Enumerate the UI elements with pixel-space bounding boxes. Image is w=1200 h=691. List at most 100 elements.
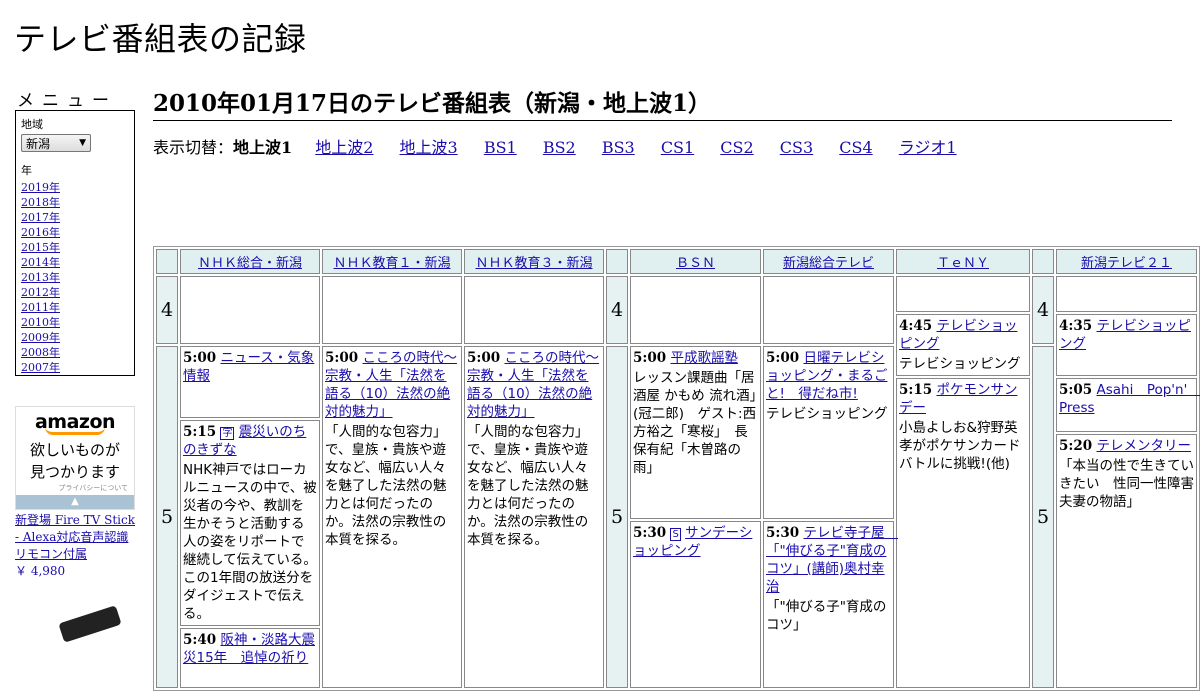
chevron-up-icon: ▲ — [71, 496, 79, 507]
ad-tagline-1: 欲しいものが — [29, 441, 120, 459]
switcher-link[interactable]: 地上波2 — [315, 138, 373, 157]
switcher-link[interactable]: CS3 — [780, 138, 813, 157]
program-time: 5:00 — [183, 350, 217, 366]
program-time: 5:00 — [633, 350, 667, 366]
channel-header: 新潟総合テレビ — [763, 249, 894, 274]
switcher-link[interactable]: ラジオ1 — [899, 138, 957, 157]
program-cell: 5:00 日曜テレビショッピング・まるごと! 得だね市! テレビショッピング — [763, 346, 894, 519]
program-cell: 5:00 こころの時代～宗教・人生「法然を語る（10）法然の絶対的魅力」 「人間… — [322, 346, 462, 688]
program-time: 4:35 — [1059, 318, 1093, 334]
program-title-link[interactable]: 平成歌謡塾 — [670, 350, 738, 366]
channel-switcher: 表示切替：地上波1 地上波2 地上波3 BS1 BS2 BS3 CS1 CS2 … — [153, 134, 978, 158]
year-link[interactable]: 2011年 — [21, 301, 60, 314]
program-desc: テレビショッピング — [766, 406, 888, 422]
program-cell: 5:00 平成歌謡塾 レッスン課題曲「居酒屋 かもめ 流れ酒」(冠二郎) ゲスト… — [630, 346, 761, 519]
hour-cell: 4 — [1032, 276, 1054, 344]
program-desc: 「人間的な包容力」で、皇族・貴族や遊女など、幅広い人々を魅了した法然の魅力とは何… — [325, 424, 447, 548]
hour-cell: 4 — [156, 276, 178, 344]
program-cell: 5:20 テレメンタリー 「本当の性で生きていきたい 性同一性障害夫妻の物語」 — [1056, 434, 1197, 688]
year-link[interactable]: 2019年 — [21, 181, 60, 194]
year-label: 年 — [21, 164, 32, 177]
amazon-ad-banner[interactable]: amazon 欲しいものが 見つかります プライバシーについて ▲ — [15, 406, 135, 510]
switcher-current: 地上波1 — [233, 138, 293, 157]
hour-cell: 4 — [606, 276, 628, 344]
amazon-logo: amazon — [34, 411, 116, 433]
fire-tv-stick-image — [58, 605, 122, 643]
switcher-link[interactable]: CS4 — [839, 138, 872, 157]
program-desc: 小島よしお&狩野英孝がポケサンカードバトルに挑戦!(他) — [899, 420, 1021, 472]
year-link[interactable]: 2013年 — [21, 271, 60, 284]
channel-link[interactable]: 新潟テレビ２１ — [1081, 256, 1172, 271]
year-link[interactable]: 2010年 — [21, 316, 60, 329]
hour-column-header — [606, 249, 628, 274]
channel-link[interactable]: ＴｅＮＹ — [937, 256, 989, 271]
empty-slot — [180, 276, 320, 344]
year-list: 2019年 2018年 2017年 2016年 2015年 2014年 2013… — [21, 180, 129, 375]
program-time: 5:00 — [766, 350, 800, 366]
switcher-link[interactable]: CS2 — [720, 138, 753, 157]
tv-schedule-table: ＮＨＫ総合・新潟 ＮＨＫ教育１・新潟 ＮＨＫ教育３・新潟 ＢＳＮ 新潟総合テレビ… — [153, 246, 1200, 691]
switcher-link[interactable]: BS3 — [602, 138, 635, 157]
empty-slot — [763, 276, 894, 344]
site-title: テレビ番組表の記録 — [14, 20, 307, 58]
menu-panel: 地域 新潟 ▼ 年 2019年 2018年 2017年 2016年 2015年 … — [15, 110, 135, 376]
ad-expand-bar[interactable]: ▲ — [16, 495, 134, 509]
program-cell: 4:35 テレビショッピング — [1056, 314, 1197, 376]
switcher-link[interactable]: BS2 — [543, 138, 576, 157]
program-desc: 「人間的な包容力」で、皇族・貴族や遊女など、幅広い人々を魅了した法然の魅力とは何… — [467, 424, 589, 548]
switcher-link[interactable]: CS1 — [661, 138, 694, 157]
program-cell: 5:00 こころの時代～宗教・人生「法然を語る（10）法然の絶対的魅力」 「人間… — [464, 346, 604, 688]
program-cell: 5:30 テレビ寺子屋 「"伸びる子"育成のコツ」(講師)奥村幸治 「"伸びる子… — [763, 521, 898, 688]
program-time: 5:15 — [183, 424, 217, 440]
dropdown-arrow-icon: ▼ — [79, 138, 86, 148]
program-time: 4:45 — [899, 318, 933, 334]
channel-link[interactable]: 新潟総合テレビ — [783, 256, 874, 271]
region-select[interactable]: 新潟 ▼ — [21, 134, 91, 152]
program-time: 5:05 — [1059, 382, 1093, 398]
empty-slot — [1056, 276, 1197, 312]
hour-cell: 5 — [606, 346, 628, 688]
ad-product-link[interactable]: 新登場 Fire TV Stick - Alexa対応音声認識リモコン付属 — [15, 512, 140, 563]
year-link[interactable]: 2015年 — [21, 241, 60, 254]
hour-column-header — [1032, 249, 1054, 274]
year-link[interactable]: 2017年 — [21, 211, 60, 224]
switcher-link[interactable]: 地上波3 — [400, 138, 458, 157]
switcher-link[interactable]: BS1 — [484, 138, 517, 157]
stereo-badge-icon: S — [670, 528, 681, 541]
empty-slot — [630, 276, 761, 344]
empty-slot — [464, 276, 604, 344]
program-desc: レッスン課題曲「居酒屋 かもめ 流れ酒」(冠二郎) ゲスト:西方裕之「寒桜」 長… — [633, 370, 757, 476]
program-time: 5:20 — [1059, 438, 1093, 454]
program-cell: 4:45 テレビショッピング テレビショッピング — [896, 314, 1030, 376]
channel-link[interactable]: ＮＨＫ総合・新潟 — [198, 256, 302, 271]
year-link[interactable]: 2016年 — [21, 226, 60, 239]
channel-header: ＮＨＫ教育１・新潟 — [322, 249, 462, 274]
year-link[interactable]: 2008年 — [21, 346, 60, 359]
caption-badge-icon: 字 — [220, 427, 235, 440]
program-time: 5:00 — [467, 350, 501, 366]
channel-link[interactable]: ＢＳＮ — [676, 256, 715, 271]
year-link[interactable]: 2018年 — [21, 196, 60, 209]
ad-privacy-link[interactable]: プライバシーについて — [16, 483, 134, 493]
channel-header: ＮＨＫ教育３・新潟 — [464, 249, 604, 274]
program-time: 5:30 — [633, 525, 667, 541]
empty-slot — [322, 276, 462, 344]
region-label: 地域 — [21, 118, 43, 131]
year-link[interactable]: 2014年 — [21, 256, 60, 269]
page-title: 2010年01月17日のテレビ番組表（新潟・地上波1） — [153, 84, 1172, 121]
year-link[interactable]: 2012年 — [21, 286, 60, 299]
region-selected-value: 新潟 — [26, 136, 51, 151]
program-desc: テレビショッピング — [899, 356, 1021, 372]
program-cell: 5:05 Asahi Pop'n' Press — [1056, 378, 1200, 432]
year-link[interactable]: 2007年 — [21, 361, 60, 374]
channel-link[interactable]: ＮＨＫ教育３・新潟 — [475, 256, 592, 271]
program-title-link[interactable]: テレメンタリー — [1096, 438, 1191, 454]
program-cell: 5:30 S サンデーショッピング — [630, 521, 761, 688]
ad-tagline-2: 見つかります — [29, 463, 120, 481]
ad-price: ￥ 4,980 — [15, 564, 66, 578]
program-time: 5:30 — [766, 525, 800, 541]
channel-header: ＢＳＮ — [630, 249, 761, 274]
channel-link[interactable]: ＮＨＫ教育１・新潟 — [333, 256, 450, 271]
switcher-label: 表示切替： — [153, 138, 234, 157]
year-link[interactable]: 2009年 — [21, 331, 60, 344]
